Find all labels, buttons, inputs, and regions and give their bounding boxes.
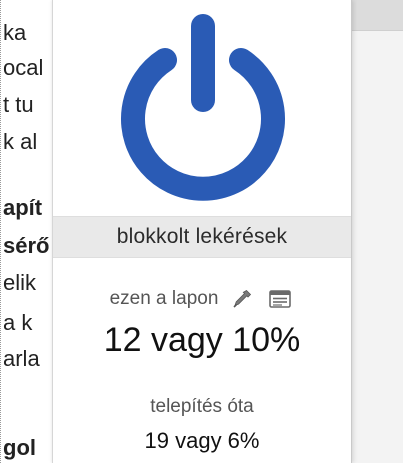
article-line-10: gol (3, 435, 36, 460)
on-this-page-row: ezen a lapon (53, 284, 351, 314)
since-install-label: telepítés óta (150, 396, 254, 417)
background-right-area (352, 0, 403, 463)
background-toolbar-band (352, 0, 403, 31)
request-logger-button[interactable] (266, 285, 294, 313)
article-line-6: sérő (3, 233, 50, 258)
on-this-page-label: ezen a lapon (109, 288, 219, 309)
article-line-4: k al (3, 129, 38, 154)
article-line-1: ka (3, 20, 27, 45)
screenshot-stage: ka ocal t tu k al apít sérő elik a k arl… (0, 0, 403, 463)
on-this-page-count: 12 vagy 10% (103, 321, 301, 359)
eyedropper-icon (233, 290, 252, 308)
article-line-2: ocal (3, 55, 44, 80)
element-picker-button[interactable] (228, 285, 256, 313)
power-icon (121, 14, 285, 201)
power-button[interactable] (93, 8, 313, 208)
since-install-count: 19 vagy 6% (144, 428, 260, 453)
article-line-5: apít (3, 195, 43, 220)
blocked-requests-label: blokkolt lekérések (116, 225, 288, 248)
article-line-8: a k (3, 310, 33, 335)
blocker-popup: blokkolt lekérések ezen a lapon 12 vagy … (52, 0, 352, 463)
article-line-9: arla (3, 346, 40, 371)
blocked-requests-header: blokkolt lekérések (53, 216, 351, 258)
article-line-7: elik (3, 270, 37, 295)
article-line-3: t tu (3, 92, 34, 117)
list-icon (269, 290, 292, 308)
